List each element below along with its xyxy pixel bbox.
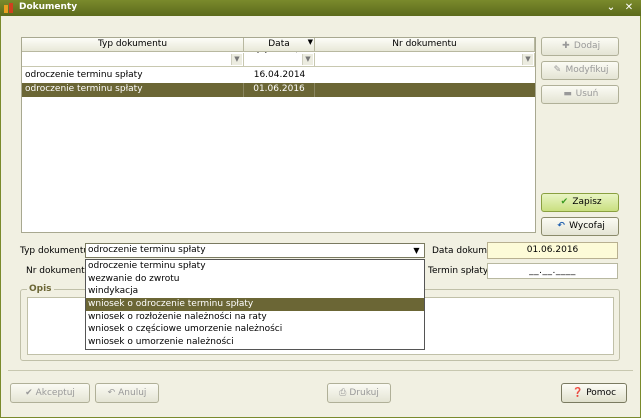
filter-dropdown-icon[interactable]: ▼ (522, 54, 533, 65)
close-icon[interactable]: ✕ (622, 1, 636, 15)
separator (8, 370, 633, 371)
filter-row: ▼ ▼ ▼ (22, 53, 535, 67)
minus-icon: ▬ (563, 89, 572, 99)
wycofaj-button[interactable]: ↶ Wycofaj (541, 217, 619, 236)
pomoc-button[interactable]: ❓ Pomoc (561, 383, 627, 403)
filter-typ[interactable]: ▼ (22, 53, 244, 67)
filter-data[interactable]: ▼ (244, 53, 315, 67)
opis-label: Opis (27, 284, 54, 294)
anuluj-button[interactable]: ↶ Anuluj (95, 383, 159, 403)
termin-splaty-label: Termin spłaty: (428, 266, 491, 276)
cell-typ: odroczenie terminu spłaty (25, 70, 143, 80)
filter-dropdown-icon[interactable]: ▼ (302, 54, 313, 65)
dodaj-button[interactable]: ✚ Dodaj (541, 37, 619, 56)
window-titlebar: Dokumenty ⌄ ✕ (0, 0, 641, 16)
cell-typ: odroczenie terminu spłaty (22, 83, 244, 97)
nr-dokumentu-label: Nr dokumentu: (26, 266, 94, 276)
filter-nr[interactable]: ▼ (315, 53, 535, 67)
sort-desc-icon: ▼ (307, 38, 313, 46)
usun-button[interactable]: ▬ Usuń (541, 85, 619, 104)
column-header-data[interactable]: Data dokumentu▼ (244, 38, 315, 62)
dropdown-option[interactable]: odroczenie terminu spłaty (86, 260, 424, 273)
grid-header: Typ dokumentu Data dokumentu▼ Nr dokumen… (22, 38, 535, 62)
plus-icon: ✚ (562, 41, 570, 51)
table-row[interactable]: odroczenie terminu spłaty 16.04.2014 (22, 69, 535, 83)
filter-dropdown-icon[interactable]: ▼ (231, 54, 242, 65)
cell-nr (315, 83, 535, 97)
table-row-selected[interactable]: odroczenie terminu spłaty 01.06.2016 (22, 83, 535, 97)
modyfikuj-button[interactable]: ✎ Modyfikuj (541, 61, 619, 80)
printer-icon: ⎙ (339, 388, 347, 398)
data-dokumentu-field[interactable]: 01.06.2016 (487, 242, 618, 259)
column-header-typ[interactable]: Typ dokumentu (22, 38, 244, 52)
typ-dokumentu-label: Typ dokumentu: (20, 246, 93, 256)
termin-splaty-field[interactable]: __.__.____ (487, 263, 618, 279)
column-header-nr[interactable]: Nr dokumentu (315, 38, 535, 52)
chevron-down-icon[interactable]: ▼ (411, 244, 422, 257)
typ-dokumentu-combo[interactable]: odroczenie terminu spłaty ▼ (85, 243, 425, 258)
typ-dokumentu-value: odroczenie terminu spłaty (88, 245, 206, 255)
dropdown-option[interactable]: wniosek o częściowe umorzenie należności (86, 323, 424, 336)
dropdown-option[interactable]: wniosek o umorzenie należności (86, 336, 424, 349)
data-dokumentu-label: Data dokum.: (432, 246, 493, 256)
undo-icon: ↶ (107, 388, 116, 398)
cell-data: 16.04.2014 (253, 70, 306, 80)
minimize-icon[interactable]: ⌄ (604, 1, 618, 15)
dropdown-option[interactable]: wniosek o rozłożenie należności na raty (86, 311, 424, 324)
typ-dokumentu-dropdown[interactable]: odroczenie terminu spłaty wezwanie do zw… (85, 259, 425, 350)
dropdown-option-selected[interactable]: wniosek o odroczenie terminu spłaty (86, 298, 424, 311)
documents-grid[interactable]: Typ dokumentu Data dokumentu▼ Nr dokumen… (21, 37, 536, 233)
edit-icon: ✎ (553, 65, 562, 75)
checkmark-icon: ✔ (560, 197, 569, 207)
akceptuj-button[interactable]: ✔ Akceptuj (10, 383, 90, 403)
dropdown-option[interactable]: wezwanie do zwrotu (86, 273, 424, 286)
undo-icon: ↶ (557, 221, 565, 231)
dropdown-option[interactable]: windykacja (86, 285, 424, 298)
cell-data: 01.06.2016 (244, 83, 315, 97)
app-icon (4, 3, 13, 13)
zapisz-button[interactable]: ✔ Zapisz (541, 193, 619, 212)
cell-nr (315, 69, 535, 83)
checkmark-icon: ✔ (25, 388, 33, 398)
window-title: Dokumenty (19, 2, 78, 12)
drukuj-button[interactable]: ⎙ Drukuj (327, 383, 391, 403)
help-icon: ❓ (571, 388, 584, 398)
